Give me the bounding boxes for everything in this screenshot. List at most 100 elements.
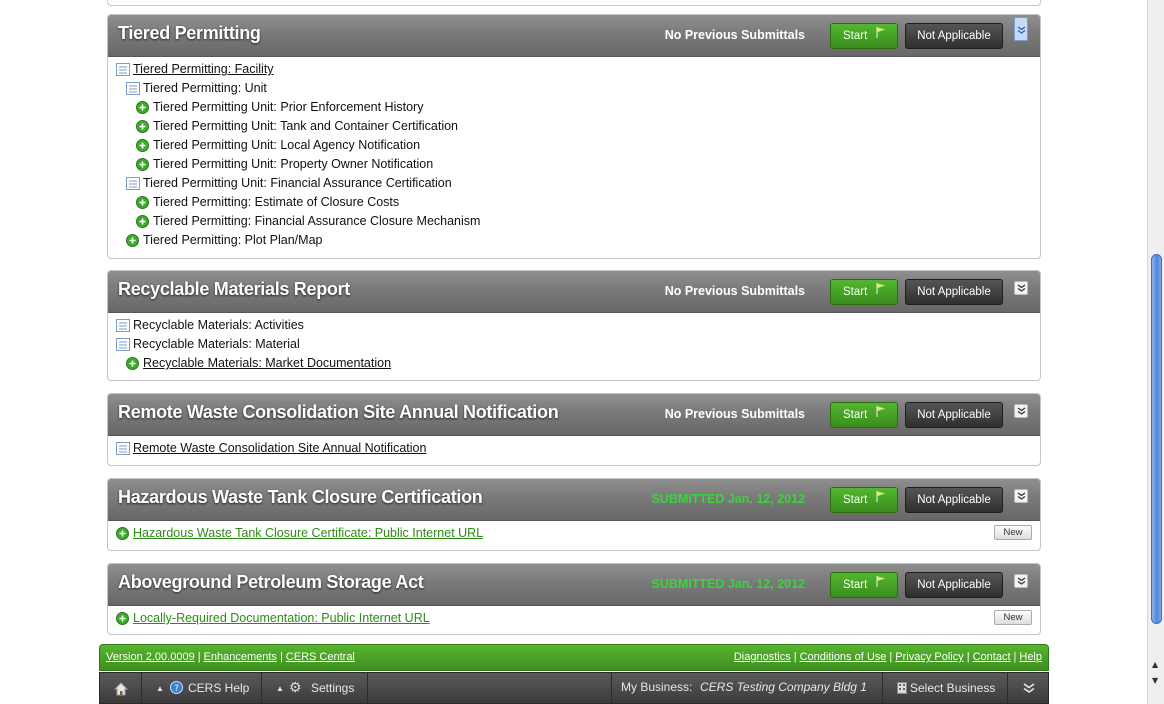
start-button[interactable]: Start [830, 487, 898, 513]
item-label: Remote Waste Consolidation Site Annual N… [133, 441, 427, 455]
section-header: Aboveground Petroleum Storage Act SUBMIT… [108, 564, 1040, 606]
item-label: Tiered Permitting: Unit [143, 81, 267, 95]
document-icon [126, 82, 140, 95]
item-label: Tiered Permitting: Financial Assurance C… [153, 214, 481, 228]
contact-link[interactable]: Contact [973, 651, 1011, 663]
select-business-label: Select Business [910, 681, 996, 695]
document-icon [116, 63, 130, 76]
start-button[interactable]: Start [830, 279, 898, 305]
submittal-status: SUBMITTED Jan. 12, 2012 [651, 492, 805, 506]
section-tiered-permitting: Tiered Permitting No Previous Submittals… [107, 14, 1041, 259]
submittal-status: No Previous Submittals [664, 28, 805, 42]
not-applicable-button[interactable]: Not Applicable [905, 23, 1003, 49]
caret-up-icon: ▲ [276, 684, 284, 693]
document-icon [116, 338, 130, 351]
cers-central-link[interactable]: CERS Central [286, 651, 355, 663]
item-label: Tiered Permitting Unit: Financial Assura… [143, 176, 452, 190]
home-button[interactable] [100, 673, 142, 704]
caret-up-icon: ▲ [156, 684, 164, 693]
home-icon [114, 682, 128, 696]
section-recyclable-materials: Recyclable Materials Report No Previous … [107, 270, 1041, 381]
new-button[interactable]: New [994, 525, 1032, 540]
scrollbar-thumb[interactable] [1151, 254, 1162, 624]
item-label: Tiered Permitting Unit: Local Agency Not… [153, 138, 421, 152]
item-label: Tiered Permitting: Plot Plan/Map [143, 233, 323, 247]
add-icon [136, 196, 149, 209]
document-icon [116, 319, 130, 332]
item-label: Tiered Permitting Unit: Prior Enforcemen… [153, 100, 424, 114]
scroll-up-arrow-icon[interactable]: ▲ [1152, 660, 1158, 669]
settings-label: Settings [311, 681, 355, 695]
flag-icon [876, 576, 885, 587]
item-label: Tiered Permitting: Facility [133, 62, 274, 76]
item-label: Tiered Permitting: Estimate of Closure C… [153, 195, 400, 209]
add-icon [126, 234, 139, 247]
footer-right-links: Diagnostics | Conditions of Use | Privacy Po… [733, 651, 1042, 663]
collapse-toolbar-button[interactable] [1007, 673, 1049, 704]
start-label: Start [843, 409, 868, 421]
item-label: Recyclable Materials: Activities [133, 318, 304, 332]
double-chevron-down-icon [1017, 26, 1026, 34]
gear-icon: ⚙ [289, 679, 302, 695]
add-icon [116, 612, 129, 625]
business-prefix: My Business: [621, 680, 693, 694]
start-label: Start [843, 30, 868, 42]
double-chevron-down-icon [1017, 407, 1026, 415]
start-button[interactable]: Start [830, 402, 898, 428]
section-header: Remote Waste Consolidation Site Annual N… [108, 394, 1040, 436]
diagnostics-link[interactable]: Diagnostics [734, 651, 791, 663]
section-hazardous-waste-tank-closure: Hazardous Waste Tank Closure Certificati… [107, 478, 1041, 551]
section-remote-waste: Remote Waste Consolidation Site Annual N… [107, 393, 1041, 466]
add-icon [116, 527, 129, 540]
item-label: Recyclable Materials: Market Documentati… [143, 356, 392, 370]
svg-text:?: ? [174, 684, 179, 694]
section-title: Aboveground Petroleum Storage Act [118, 572, 424, 592]
cers-help-menu[interactable]: ▲ ? CERS Help [142, 673, 262, 704]
bottom-toolbar: ▲ ? CERS Help ▲ ⚙ Settings My Business: … [99, 672, 1049, 704]
double-chevron-down-icon [1017, 492, 1026, 500]
submittal-status: No Previous Submittals [664, 284, 805, 298]
not-applicable-button[interactable]: Not Applicable [905, 572, 1003, 598]
select-business-button[interactable]: Select Business [882, 673, 1007, 704]
scroll-down-arrow-icon[interactable]: ▼ [1152, 676, 1158, 685]
start-label: Start [843, 286, 868, 298]
help-link[interactable]: Help [1019, 651, 1042, 663]
item-label: Tiered Permitting Unit: Property Owner N… [153, 157, 434, 171]
start-button[interactable]: Start [830, 23, 898, 49]
not-applicable-button[interactable]: Not Applicable [905, 279, 1003, 305]
section-header: Hazardous Waste Tank Closure Certificati… [108, 479, 1040, 521]
footer-bar: Version 2.00.0009 | Enhancements | CERS Cent… [99, 644, 1049, 671]
section-title: Recyclable Materials Report [118, 279, 350, 299]
collapse-toggle[interactable] [1014, 489, 1028, 503]
privacy-policy-link[interactable]: Privacy Policy [895, 651, 963, 663]
version-link[interactable]: Version 2.00.0009 [106, 651, 195, 663]
start-label: Start [843, 494, 868, 506]
new-button[interactable]: New [994, 610, 1032, 625]
item-label: Hazardous Waste Tank Closure Certificate… [133, 526, 484, 540]
section-title: Remote Waste Consolidation Site Annual N… [118, 402, 559, 422]
conditions-of-use-link[interactable]: Conditions of Use [800, 651, 887, 663]
collapse-toggle[interactable] [1014, 281, 1028, 295]
enhancements-link[interactable]: Enhancements [204, 651, 277, 663]
flag-icon [876, 491, 885, 502]
submittal-status: SUBMITTED Jan. 12, 2012 [651, 577, 805, 591]
flag-icon [876, 27, 885, 38]
start-label: Start [843, 579, 868, 591]
start-button[interactable]: Start [830, 572, 898, 598]
document-icon [116, 442, 130, 455]
help-icon: ? [170, 681, 183, 694]
vertical-scrollbar[interactable]: ▲ ▼ [1147, 0, 1164, 704]
building-icon [897, 682, 907, 694]
not-applicable-button[interactable]: Not Applicable [905, 402, 1003, 428]
item-label: Recyclable Materials: Material [133, 337, 300, 351]
submittal-status: No Previous Submittals [664, 407, 805, 421]
not-applicable-button[interactable]: Not Applicable [905, 487, 1003, 513]
settings-menu[interactable]: ▲ ⚙ Settings [262, 673, 368, 704]
previous-section-edge [107, 0, 1041, 6]
collapse-toggle[interactable] [1014, 404, 1028, 418]
add-icon [136, 215, 149, 228]
cers-help-label: CERS Help [188, 681, 250, 695]
collapse-toggle[interactable] [1014, 574, 1028, 588]
flag-icon [876, 283, 885, 294]
collapse-toggle[interactable] [1014, 17, 1028, 41]
